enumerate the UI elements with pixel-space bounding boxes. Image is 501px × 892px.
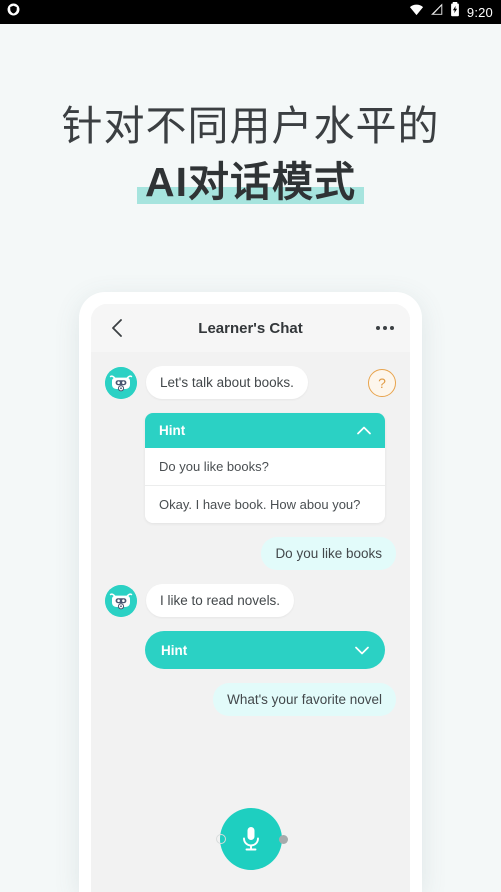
bot-message-bubble: Let's talk about books. [146, 366, 308, 399]
microphone-icon [242, 827, 259, 851]
user-message-bubble: What's your favorite novel [213, 683, 396, 716]
headline-line-2: AI对话模式 [145, 159, 356, 205]
mic-right-indicator-icon [278, 835, 288, 844]
app-header: Learner's Chat [91, 304, 410, 352]
chat-row-user-message: Do you like books [105, 537, 396, 570]
more-options-icon[interactable] [376, 326, 394, 330]
robot-avatar [105, 584, 137, 617]
wifi-icon [409, 3, 424, 21]
chat-row-bot-message: Let's talk about books. ? [105, 366, 396, 399]
headline-line-1: 针对不同用户水平的 [61, 103, 440, 149]
user-message-bubble: Do you like books [261, 537, 396, 570]
mic-left-indicator-icon [215, 834, 226, 844]
shield-icon [7, 3, 20, 21]
mic-button-area [91, 808, 410, 870]
hint-label: Hint [161, 642, 188, 658]
hint-bar-collapsed[interactable]: Hint [145, 631, 385, 669]
chat-row-bot-message: I like to read novels. [105, 584, 396, 617]
app-title: Learner's Chat [198, 319, 303, 337]
hint-card-expanded: Hint Do you like books? Okay. I have boo… [145, 413, 385, 523]
status-bar: 9:20 [0, 0, 501, 24]
chat-row-user-message: What's your favorite novel [105, 683, 396, 716]
headline-block: 针对不同用户水平的 AI对话模式 [0, 100, 501, 208]
help-question-button[interactable]: ? [368, 368, 396, 397]
back-chevron-icon[interactable] [107, 318, 127, 338]
hint-suggestion-item[interactable]: Do you like books? [145, 448, 385, 485]
hint-label: Hint [159, 423, 186, 438]
phone-screen: Learner's Chat Let's talk about books. ?… [91, 304, 410, 892]
hint-suggestion-list: Do you like books? Okay. I have book. Ho… [145, 448, 385, 523]
chevron-up-icon[interactable] [357, 423, 371, 438]
status-bar-right: 9:20 [409, 2, 493, 22]
no-signal-icon [430, 3, 443, 21]
hint-suggestion-item[interactable]: Okay. I have book. How abou you? [145, 485, 385, 523]
microphone-record-button[interactable] [215, 808, 288, 870]
robot-avatar [105, 366, 137, 399]
status-bar-clock: 9:20 [466, 4, 493, 20]
chevron-down-icon[interactable] [355, 643, 369, 658]
hint-header-expanded[interactable]: Hint [145, 413, 385, 448]
status-bar-left [7, 3, 20, 21]
phone-mockup: Learner's Chat Let's talk about books. ?… [79, 292, 422, 892]
battery-charging-icon [450, 2, 460, 22]
headline-line-2-wrapper: AI对话模式 [137, 156, 364, 208]
bot-message-bubble: I like to read novels. [146, 584, 295, 617]
